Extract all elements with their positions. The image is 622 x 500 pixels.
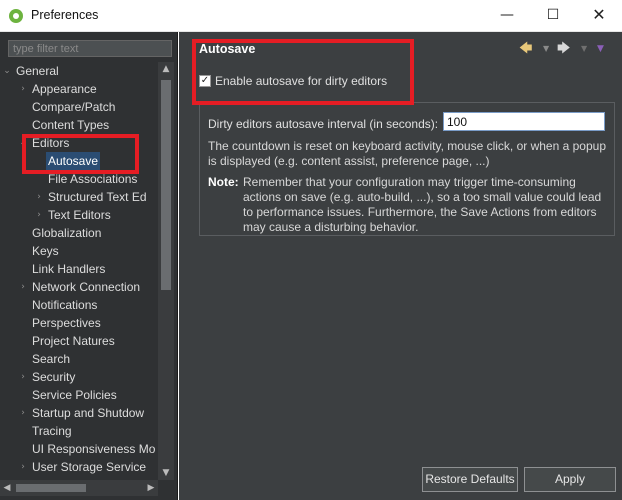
scroll-right-icon[interactable]: ▶ [144, 480, 158, 496]
forward-dropdown-chevron-icon[interactable]: ▼ [581, 40, 587, 58]
tree-item-label: File Associations [48, 172, 138, 186]
tree-item[interactable]: Content Types [0, 116, 158, 134]
tree-item[interactable]: Keys [0, 242, 158, 260]
interval-input[interactable] [443, 112, 605, 131]
tree-item-label: Notifications [32, 298, 98, 312]
back-dropdown-chevron-icon[interactable]: ▼ [543, 40, 549, 58]
countdown-description: The countdown is reset on keyboard activ… [208, 139, 606, 168]
tree-item-label: Text Editors [48, 208, 111, 222]
title-bar: Preferences — ☐ ✕ [0, 0, 622, 32]
forward-arrow-icon[interactable]: 🡆 [557, 40, 570, 58]
note-label: Note: [208, 175, 239, 189]
tree-item-label: General [16, 64, 59, 78]
tree-item[interactable]: Project Natures [0, 332, 158, 350]
maximize-button[interactable]: ☐ [530, 0, 576, 30]
tree-item-label: Network Connection [32, 280, 141, 294]
tree-item-label: Tracing [32, 424, 72, 438]
tree-item-label: Project Natures [32, 334, 115, 348]
tree-item[interactable]: ⌄ Editors [0, 134, 158, 152]
tree-horizontal-scrollbar[interactable]: ◀ ▶ [0, 480, 158, 496]
back-arrow-icon[interactable]: 🡄 [519, 40, 532, 58]
tree-item-label: User Storage Service [32, 460, 147, 474]
tree-item[interactable]: › Structured Text Ed [0, 188, 158, 206]
close-button[interactable]: ✕ [576, 0, 622, 30]
tree-item[interactable]: Autosave [0, 152, 158, 170]
chevron-right-icon[interactable]: › [18, 404, 28, 422]
apply-button[interactable]: Apply [524, 467, 616, 492]
tree-item[interactable]: › Appearance [0, 80, 158, 98]
tree-item[interactable]: › Text Editors [0, 206, 158, 224]
tree-item[interactable]: Link Handlers [0, 260, 158, 278]
tree-item-label: Compare/Patch [32, 100, 116, 114]
chevron-down-icon[interactable]: ⌄ [2, 62, 12, 80]
preference-page: Autosave 🡄 ▼ 🡆 ▼ ▼ ✓ Enable autosave for… [179, 32, 622, 500]
tree-item[interactable]: › User Storage Service [0, 458, 158, 476]
view-menu-icon[interactable]: ▼ [597, 40, 604, 58]
enable-autosave-checkbox[interactable]: ✓ [199, 75, 211, 87]
tree-item[interactable]: Service Policies [0, 386, 158, 404]
minimize-button[interactable]: — [484, 0, 530, 30]
tree-item[interactable]: › Network Connection [0, 278, 158, 296]
tree-vertical-scrollbar[interactable]: ▲ ▼ [158, 62, 174, 480]
tree-item[interactable]: Tracing [0, 422, 158, 440]
filter-input[interactable] [8, 40, 172, 57]
tree-item[interactable]: › Security [0, 368, 158, 386]
scroll-down-icon[interactable]: ▼ [158, 466, 174, 480]
tree-item[interactable]: Perspectives [0, 314, 158, 332]
scroll-up-icon[interactable]: ▲ [158, 62, 174, 76]
tree-item-label: Keys [32, 244, 59, 258]
tree-item-label: Globalization [32, 226, 102, 240]
tree-item-label: Link Handlers [32, 262, 106, 276]
chevron-right-icon[interactable]: › [18, 368, 28, 386]
window-title: Preferences [31, 8, 99, 22]
tree-item-label: Autosave [46, 152, 101, 170]
tree-item[interactable]: File Associations [0, 170, 158, 188]
spring-app-icon [9, 9, 23, 23]
tree-item-label: Structured Text Ed [48, 190, 147, 204]
restore-defaults-button[interactable]: Restore Defaults [422, 467, 518, 492]
tree-item[interactable]: Globalization [0, 224, 158, 242]
preference-tree: ⌄ General › Appearance Compare/Patch Content … [0, 62, 158, 480]
chevron-right-icon[interactable]: › [18, 458, 28, 476]
tree-item[interactable]: › Startup and Shutdow [0, 404, 158, 422]
tree-item-label: Startup and Shutdow [32, 406, 145, 420]
chevron-right-icon[interactable]: › [18, 278, 28, 296]
tree-item-label: UI Responsiveness Mo [32, 442, 156, 456]
tree-item-label: Content Types [32, 118, 110, 132]
page-title: Autosave [199, 42, 256, 56]
autosave-settings-group: Dirty editors autosave interval (in seco… [199, 102, 615, 236]
chevron-right-icon[interactable]: › [18, 80, 28, 98]
note-text: Remember that your configuration may tri… [243, 175, 602, 234]
chevron-down-icon[interactable]: ⌄ [18, 134, 28, 152]
tree-item[interactable]: Notifications [0, 296, 158, 314]
tree-item-label: Search [32, 352, 71, 366]
chevron-right-icon[interactable]: › [34, 188, 44, 206]
tree-item-label: Editors [32, 136, 70, 150]
interval-label: Dirty editors autosave interval (in seco… [208, 117, 439, 131]
tree-item-label: Service Policies [32, 388, 117, 402]
tree-item-label: Perspectives [32, 316, 101, 330]
chevron-right-icon[interactable]: › [34, 206, 44, 224]
tree-item-label: Security [32, 370, 76, 384]
preference-tree-panel: ⌄ General › Appearance Compare/Patch Content … [0, 32, 178, 500]
tree-item[interactable]: Compare/Patch [0, 98, 158, 116]
enable-autosave-label: Enable autosave for dirty editors [215, 74, 388, 88]
scroll-thumb[interactable] [161, 80, 171, 290]
tree-item[interactable]: ⌄ General [0, 62, 158, 80]
tree-item[interactable]: Search [0, 350, 158, 368]
scroll-left-icon[interactable]: ◀ [0, 480, 14, 496]
tree-item[interactable]: UI Responsiveness Mo [0, 440, 158, 458]
horizontal-scroll-thumb[interactable] [16, 484, 86, 492]
tree-item-label: Appearance [32, 82, 97, 96]
